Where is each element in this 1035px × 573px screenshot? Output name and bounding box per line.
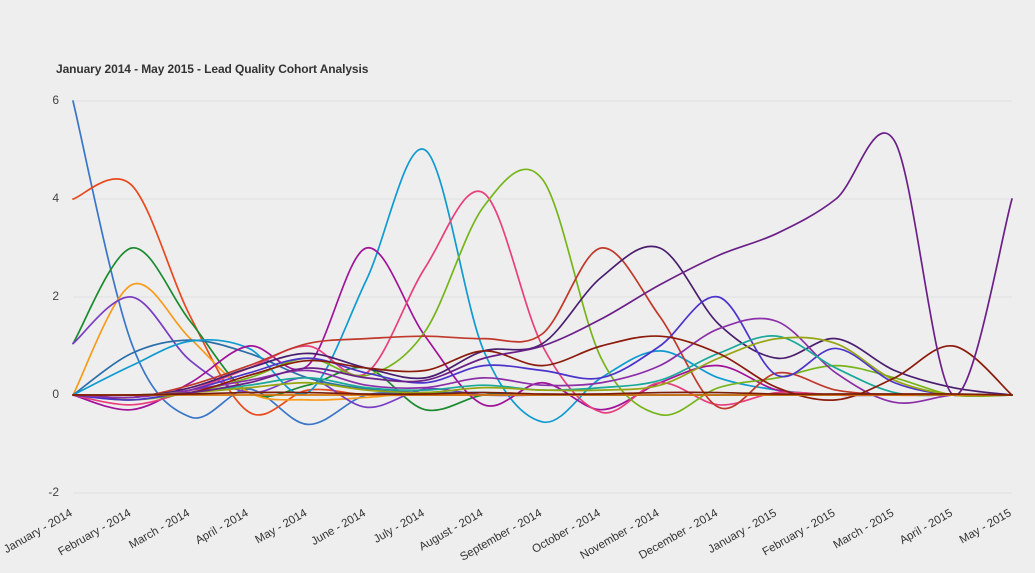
- x-axis-tick-label: May - 2014: [253, 507, 309, 546]
- x-axis-tick-label: April - 2014: [194, 507, 251, 547]
- y-axis-tick-label: 0: [52, 387, 59, 401]
- y-axis-tick-label: -2: [48, 485, 59, 499]
- y-axis-tick-label: 2: [52, 289, 59, 303]
- x-axis-tick-label: June - 2014: [309, 507, 368, 548]
- series-group: [72, 100, 1013, 426]
- y-axis-tick-label: 6: [52, 93, 59, 107]
- x-axis-tick-label: May - 2015: [958, 507, 1014, 546]
- y-axis-tick-label: 4: [52, 191, 59, 205]
- line-chart: -20246January - 2014February - 2014March…: [2, 93, 1014, 563]
- series-line-1: [72, 100, 1013, 426]
- series-line-12: [72, 245, 1013, 399]
- x-axis-tick-label: March - 2015: [831, 507, 896, 551]
- chart-container: January 2014 - May 2015 - Lead Quality C…: [0, 0, 1035, 573]
- x-axis-tick-label: July - 2014: [372, 507, 427, 546]
- x-axis-tick-label: April - 2015: [898, 507, 955, 547]
- x-axis-tick-label: March - 2014: [127, 507, 192, 552]
